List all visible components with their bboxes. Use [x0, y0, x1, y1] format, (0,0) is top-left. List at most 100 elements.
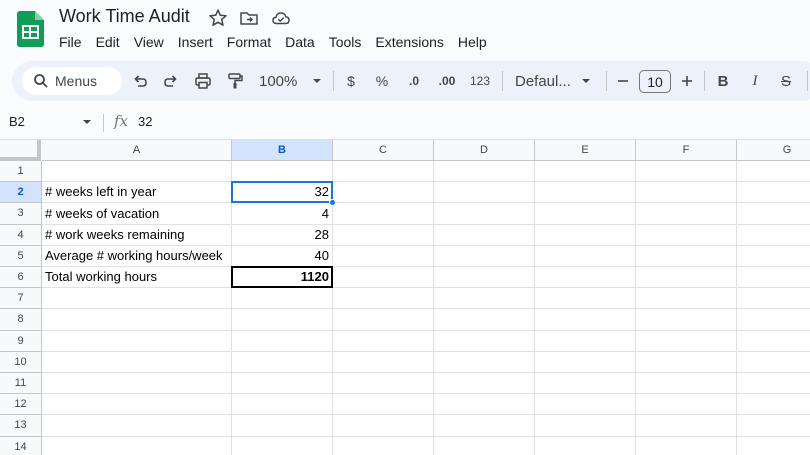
cell-g2[interactable] — [737, 182, 810, 204]
cell-f14[interactable] — [636, 436, 737, 455]
menu-extensions[interactable]: Extensions — [368, 33, 450, 53]
cell-f9[interactable] — [636, 330, 737, 352]
cell-b3[interactable]: 4 — [232, 203, 333, 225]
row-header-5[interactable]: 5 — [0, 245, 42, 267]
cell-b6[interactable]: 1120 — [232, 267, 333, 289]
cell-e3[interactable] — [535, 203, 636, 225]
cell-e11[interactable] — [535, 373, 636, 395]
cell-f6[interactable] — [636, 267, 737, 289]
cell-e14[interactable] — [535, 436, 636, 455]
row-header-13[interactable]: 13 — [0, 415, 42, 437]
row-header-10[interactable]: 10 — [0, 351, 42, 373]
cell-g10[interactable] — [737, 352, 810, 373]
cell-d3[interactable] — [434, 203, 535, 225]
cell-f11[interactable] — [636, 373, 737, 395]
cell-d2[interactable] — [434, 182, 535, 204]
cell-e7[interactable] — [535, 288, 636, 310]
cell-c12[interactable] — [333, 394, 434, 416]
cell-g5[interactable] — [737, 246, 810, 267]
cell-b7[interactable] — [232, 288, 333, 310]
print-button[interactable] — [193, 61, 213, 101]
cell-e1[interactable] — [535, 161, 636, 183]
cell-f2[interactable] — [636, 182, 737, 204]
cell-a11[interactable] — [42, 373, 232, 395]
cell-c5[interactable] — [333, 245, 434, 267]
move-folder-icon[interactable] — [239, 8, 259, 28]
name-box[interactable]: B2 — [9, 114, 25, 129]
cell-b11[interactable] — [232, 373, 333, 395]
cell-f12[interactable] — [636, 394, 737, 416]
cell-b10[interactable] — [232, 351, 333, 373]
row-header-1[interactable]: 1 — [0, 161, 42, 183]
cell-g12[interactable] — [737, 394, 810, 416]
row-header-14[interactable]: 14 — [0, 436, 42, 455]
row-header-12[interactable]: 12 — [0, 394, 42, 416]
strikethrough-button[interactable]: S — [778, 61, 794, 101]
cell-c10[interactable] — [333, 351, 434, 373]
cell-d13[interactable] — [434, 415, 535, 437]
cell-c7[interactable] — [333, 288, 434, 310]
cell-a1[interactable] — [42, 161, 232, 183]
formula-input[interactable]: 32 — [138, 114, 152, 129]
cell-f7[interactable] — [636, 288, 737, 310]
paint-format-button[interactable] — [225, 61, 245, 101]
cell-d1[interactable] — [434, 161, 535, 183]
cell-b1[interactable] — [232, 161, 333, 183]
menu-file[interactable]: File — [52, 33, 89, 53]
cell-c14[interactable] — [333, 436, 434, 455]
cell-g9[interactable] — [737, 331, 810, 352]
cell-e13[interactable] — [535, 415, 636, 437]
zoom-select[interactable]: 100% — [256, 61, 328, 101]
column-header-a[interactable]: A — [42, 140, 232, 161]
column-header-d[interactable]: D — [434, 140, 535, 161]
cell-b4[interactable]: 28 — [232, 224, 333, 246]
cell-a2[interactable]: # weeks left in year — [42, 182, 232, 204]
font-size-input[interactable]: 10 — [639, 70, 671, 93]
row-header-9[interactable]: 9 — [0, 330, 42, 352]
menu-edit[interactable]: Edit — [89, 33, 127, 53]
decrease-decimal-button[interactable]: .0 — [404, 61, 424, 101]
column-header-g[interactable]: G — [737, 140, 810, 161]
undo-button[interactable] — [130, 61, 150, 101]
cell-b13[interactable] — [232, 415, 333, 437]
sheets-logo-icon[interactable] — [17, 11, 44, 47]
menu-data[interactable]: Data — [278, 33, 322, 53]
cell-g14[interactable] — [737, 437, 810, 455]
star-icon[interactable] — [208, 8, 228, 28]
cell-d14[interactable] — [434, 436, 535, 455]
cell-c3[interactable] — [333, 203, 434, 225]
cell-f1[interactable] — [636, 161, 737, 183]
cell-b8[interactable] — [232, 309, 333, 331]
row-header-7[interactable]: 7 — [0, 288, 42, 310]
cell-c8[interactable] — [333, 309, 434, 331]
cell-a6[interactable]: Total working hours — [42, 267, 232, 289]
cell-f5[interactable] — [636, 245, 737, 267]
menu-help[interactable]: Help — [451, 33, 494, 53]
cell-e9[interactable] — [535, 330, 636, 352]
cell-d10[interactable] — [434, 351, 535, 373]
cell-g7[interactable] — [737, 288, 810, 310]
increase-decimal-button[interactable]: .00 — [435, 61, 459, 101]
cell-a5[interactable]: Average # working hours/week — [42, 245, 232, 267]
menu-view[interactable]: View — [127, 33, 171, 53]
font-family-select[interactable]: Defaul... — [512, 61, 596, 101]
bold-button[interactable]: B — [715, 61, 731, 101]
cell-c2[interactable] — [333, 182, 434, 204]
column-header-f[interactable]: F — [636, 140, 737, 161]
cell-f13[interactable] — [636, 415, 737, 437]
percent-format-button[interactable]: % — [373, 61, 391, 101]
decrease-font-size-button[interactable] — [615, 61, 631, 101]
chevron-down-icon[interactable] — [82, 117, 92, 127]
cell-b5[interactable]: 40 — [232, 245, 333, 267]
cell-d8[interactable] — [434, 309, 535, 331]
cell-c11[interactable] — [333, 373, 434, 395]
cell-d4[interactable] — [434, 224, 535, 246]
cell-d6[interactable] — [434, 267, 535, 289]
currency-format-button[interactable]: $ — [342, 61, 360, 101]
cell-d5[interactable] — [434, 245, 535, 267]
menu-format[interactable]: Format — [220, 33, 278, 53]
redo-button[interactable] — [161, 61, 181, 101]
cell-d11[interactable] — [434, 373, 535, 395]
cell-g11[interactable] — [737, 373, 810, 395]
cell-f3[interactable] — [636, 203, 737, 225]
